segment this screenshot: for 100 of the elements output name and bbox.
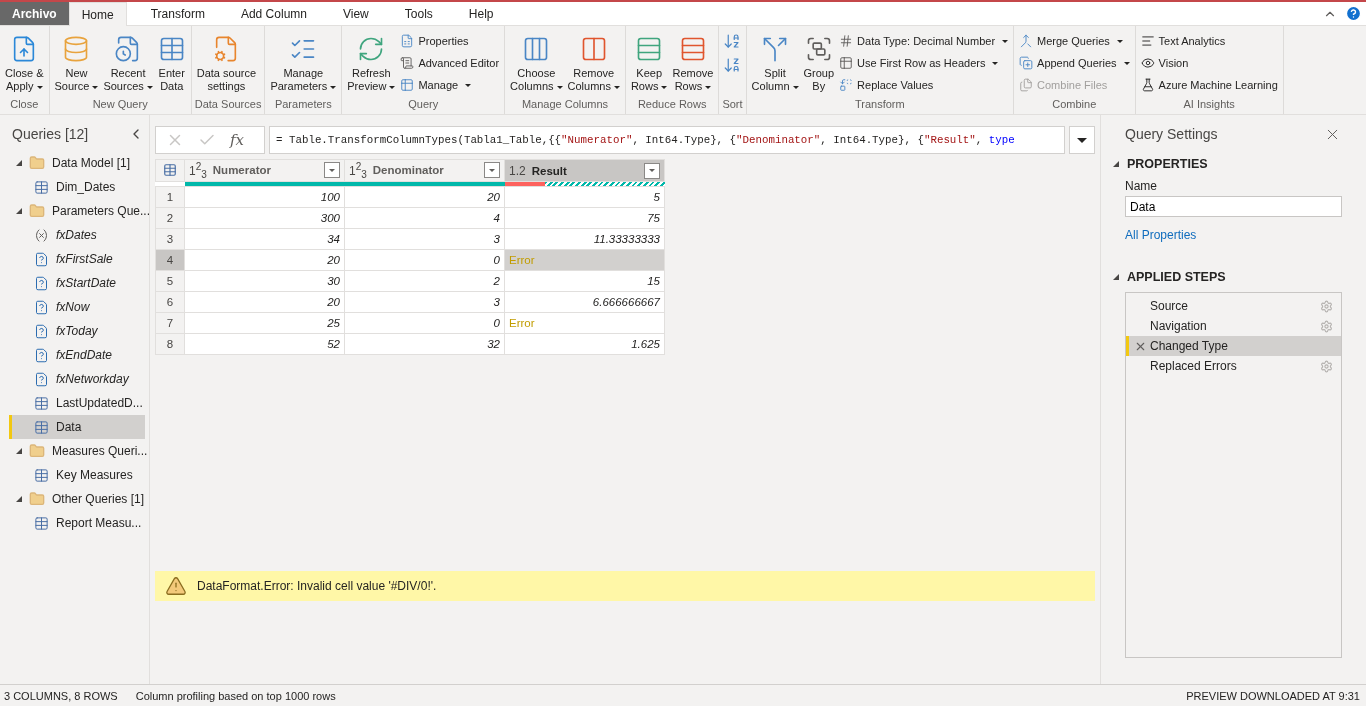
ribbon-button[interactable]: Remove Columns [565, 29, 622, 98]
expand-icon[interactable] [16, 448, 22, 454]
warning-icon [165, 575, 187, 597]
query-item[interactable]: fxStartDate [9, 271, 145, 295]
row-number[interactable]: 3 [155, 228, 185, 250]
ribbon-button[interactable]: Replace Values [837, 75, 1011, 95]
query-group[interactable]: Other Queries [1] [9, 487, 145, 511]
group-label: Close [9, 98, 40, 112]
section-title: APPLIED STEPS [1127, 270, 1226, 284]
row-number[interactable]: 1 [155, 186, 185, 208]
group-label: New Query [91, 98, 149, 112]
ribbon-button[interactable]: Enter Data [155, 29, 188, 98]
ribbon-button[interactable]: Manage Parameters [268, 29, 339, 98]
caret-icon [1077, 137, 1087, 143]
ribbon-button[interactable]: Refresh Preview [345, 29, 398, 98]
table-icon [839, 56, 854, 70]
name-field[interactable]: Data [1125, 196, 1342, 217]
expand-icon[interactable] [1113, 161, 1119, 167]
hash-icon [839, 34, 854, 48]
ribbon-tab[interactable]: Home [68, 2, 127, 26]
caret-icon [792, 85, 799, 89]
query-item[interactable]: fxFirstSale [9, 247, 145, 271]
ribbon-button[interactable]: Group By [801, 29, 837, 98]
row-number[interactable]: 8 [155, 333, 185, 355]
ribbon-button[interactable]: Append Queries [1017, 53, 1132, 73]
sort-descending-icon [723, 56, 742, 74]
formula-field[interactable]: = Table.TransformColumnTypes(Tabla1_Table,{{"Numerator", Int64.Type}, {"Denominator", Int64.Type}, {"Result", type [269, 126, 1065, 154]
group-label: Manage Columns [520, 98, 610, 112]
query-item[interactable]: fxNow [9, 295, 145, 319]
status-text: Column profiling based on top 1000 rows [135, 689, 336, 702]
query-item[interactable]: Key Measures [9, 463, 145, 487]
expand-icon[interactable] [1113, 274, 1119, 280]
group-label: Parameters [273, 98, 333, 112]
ribbon-button[interactable]: Merge Queries [1017, 31, 1132, 51]
applied-step[interactable]: Replaced Errors [1126, 356, 1341, 376]
status-text: PREVIEW DOWNLOADED AT 9:31 [1186, 689, 1360, 702]
ribbon-button[interactable]: Remove Rows [670, 29, 716, 98]
row-number[interactable]: 7 [155, 312, 185, 334]
ribbon-button[interactable]: Recent Sources [101, 29, 155, 98]
row-number[interactable]: 5 [155, 270, 185, 292]
query-group[interactable]: Measures Queri... [9, 439, 145, 463]
query-item[interactable]: fxNetworkday [9, 367, 145, 391]
ribbon-button[interactable]: Split Column [749, 29, 801, 98]
ribbon-button[interactable]: Properties [398, 31, 502, 51]
ribbon-button[interactable]: Azure Machine Learning [1138, 75, 1280, 95]
caret-icon [992, 61, 999, 65]
filter-button[interactable] [484, 162, 500, 179]
caret-icon [489, 169, 495, 172]
applied-step[interactable]: Source [1126, 296, 1341, 316]
query-item[interactable]: LastUpdatedD... [9, 391, 145, 415]
caret-icon [330, 85, 337, 89]
expand-icon[interactable] [16, 496, 22, 502]
query-item[interactable]: fxEndDate [9, 343, 145, 367]
query-item[interactable]: fxToday [9, 319, 145, 343]
caret-icon [705, 85, 712, 89]
column-header[interactable]: 1.2 Result [504, 159, 665, 182]
all-properties-link[interactable]: All Properties [1125, 228, 1197, 242]
caret-icon [649, 169, 655, 172]
ribbon-button[interactable]: Choose Columns [508, 29, 565, 98]
ribbon-button[interactable]: Data source settings [194, 29, 259, 98]
query-item[interactable]: Dim_Dates [9, 175, 145, 199]
table-menu-button[interactable] [155, 159, 185, 182]
ribbon-button[interactable]: Data Type: Decimal Number [837, 31, 1011, 51]
expand-icon[interactable] [16, 160, 22, 166]
applied-step[interactable]: Navigation [1126, 316, 1341, 336]
text-lines-icon [1140, 34, 1155, 48]
files-icon [1019, 78, 1034, 92]
ribbon-button[interactable]: Close & Apply [3, 29, 46, 98]
query-group[interactable]: Data Model [1] [9, 151, 145, 175]
applied-step[interactable]: Changed Type [1126, 336, 1341, 356]
replace-icon [839, 78, 854, 92]
type-label: 1.2 [509, 163, 526, 178]
ribbon-button[interactable]: Vision [1138, 53, 1280, 73]
filter-button[interactable] [644, 162, 660, 179]
caret-icon [146, 85, 153, 89]
sort-ascending-icon [723, 32, 742, 50]
column-header[interactable]: 1$^{2}$$_{3}$ Numerator [184, 159, 345, 182]
caret-icon [613, 85, 620, 89]
table-cell: 20 [344, 186, 505, 208]
filter-button[interactable] [324, 162, 340, 179]
ribbon-button[interactable]: Advanced Editor [398, 53, 502, 73]
query-item[interactable]: fxDates [9, 223, 145, 247]
row-number[interactable]: 4 [155, 249, 185, 271]
query-item[interactable]: Data [9, 415, 145, 439]
insert-function-button[interactable]: fx [230, 131, 244, 149]
row-number[interactable]: 2 [155, 207, 185, 229]
flask-icon [1140, 78, 1155, 92]
ribbon-button[interactable]: Keep Rows [628, 29, 670, 98]
ribbon-button[interactable]: Use First Row as Headers [837, 53, 1011, 73]
column-header[interactable]: 1$^{2}$$_{3}$ Denominator [344, 159, 505, 182]
ribbon-button[interactable]: Text Analytics [1138, 31, 1280, 51]
caret-icon [1123, 61, 1130, 65]
row-number[interactable]: 6 [155, 291, 185, 313]
expand-icon[interactable] [16, 208, 22, 214]
expand-formula-button[interactable] [1069, 126, 1095, 154]
panel-title: Query Settings [1125, 126, 1218, 142]
ribbon-button[interactable]: Manage [398, 75, 502, 95]
file-menu-button[interactable]: Archivo [0, 2, 69, 25]
ribbon-button[interactable]: New Source [52, 29, 101, 98]
query-item[interactable]: Report Measu... [9, 511, 145, 535]
